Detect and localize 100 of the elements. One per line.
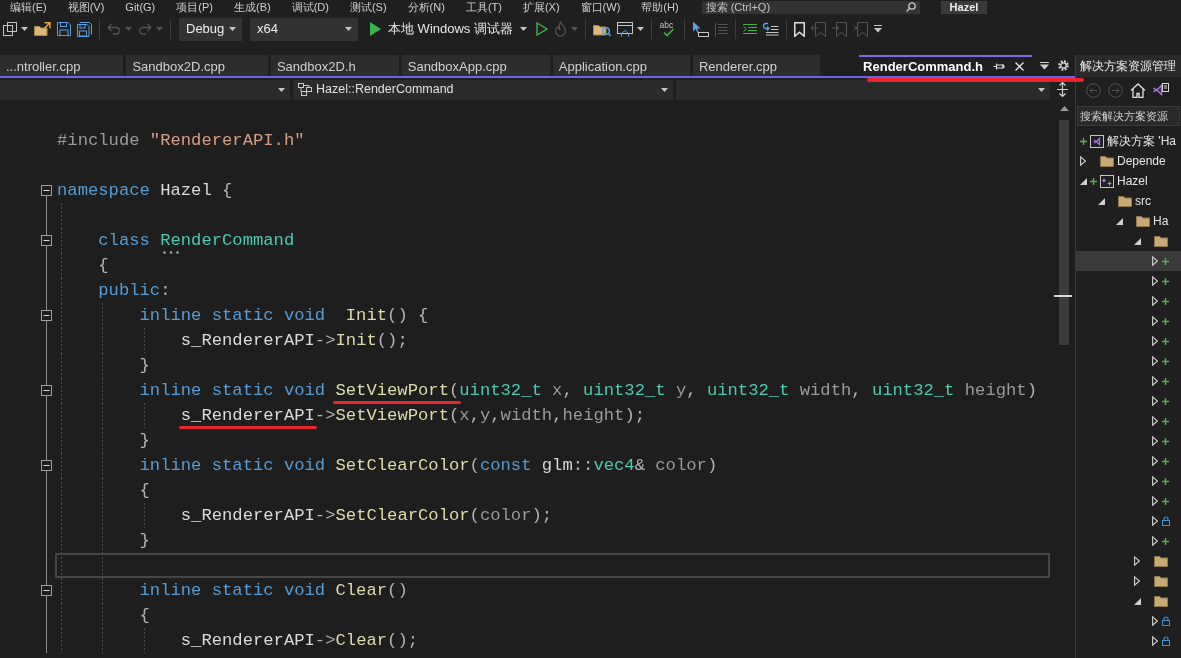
collapse-icon[interactable] — [41, 385, 52, 396]
caret-icon[interactable] — [21, 27, 28, 31]
return-arrow-lines-icon[interactable] — [762, 22, 779, 36]
code-line: } — [139, 531, 150, 550]
collapsed-arrow-icon[interactable] — [1152, 356, 1158, 366]
caret-icon[interactable] — [229, 27, 236, 31]
expanded-arrow-icon[interactable] — [1098, 197, 1105, 205]
folder-icon — [1154, 575, 1168, 587]
menu-item[interactable]: 生成(B) — [233, 0, 271, 14]
menu-item[interactable]: 项目(P) — [176, 0, 213, 14]
collapsed-arrow-icon[interactable] — [1152, 316, 1158, 326]
collapsed-arrow-icon[interactable] — [1152, 256, 1158, 266]
open-folder-icon[interactable] — [34, 22, 51, 36]
caret-icon[interactable] — [345, 27, 352, 31]
menu-item[interactable]: 帮助(H) — [641, 0, 679, 14]
collapsed-arrow-icon[interactable] — [1152, 276, 1158, 286]
expanded-arrow-icon[interactable] — [1134, 597, 1141, 605]
collapsed-arrow-icon[interactable] — [1152, 636, 1158, 646]
collapsed-arrow-icon[interactable] — [1152, 336, 1158, 346]
folder-icon — [1154, 555, 1168, 567]
search-icon[interactable] — [905, 2, 916, 12]
menu-item[interactable]: 分析(N) — [407, 0, 445, 14]
close-icon[interactable] — [1015, 62, 1024, 71]
tree-item[interactable]: Hazel — [1076, 171, 1181, 191]
menu-item[interactable]: 扩展(X) — [522, 0, 560, 14]
collapse-icon[interactable] — [41, 235, 52, 246]
pin-icon[interactable] — [993, 62, 1005, 71]
menu-item[interactable]: 调试(D) — [291, 0, 329, 14]
configuration-dropdown[interactable]: x64 — [250, 17, 358, 41]
file-tab[interactable]: Renderer.cpp — [692, 55, 820, 76]
scrollbar-thumb[interactable] — [1059, 120, 1069, 345]
pointer-box-icon[interactable] — [691, 21, 709, 37]
menu-item[interactable]: 编辑(E) — [10, 0, 47, 14]
tree-item[interactable]: Depende — [1076, 151, 1181, 171]
window-icon[interactable] — [616, 21, 633, 37]
navigation-dropdown[interactable] — [676, 79, 1050, 100]
logo-document-icon[interactable] — [1153, 82, 1169, 98]
code-line: s_RendererAPI->Init(); — [180, 331, 408, 350]
menu-item[interactable]: 测试(S) — [349, 0, 387, 14]
collapsed-arrow-icon[interactable] — [1152, 536, 1158, 546]
tree-item[interactable]: src — [1076, 191, 1181, 211]
expanded-arrow-icon[interactable] — [1134, 237, 1141, 245]
indented-lines-icon[interactable] — [742, 22, 757, 36]
caret-icon[interactable] — [519, 27, 527, 31]
collapsed-arrow-icon[interactable] — [1152, 416, 1158, 426]
collapsed-arrow-icon[interactable] — [1152, 476, 1158, 486]
collapsed-arrow-icon[interactable] — [1152, 376, 1158, 386]
collapsed-arrow-icon[interactable] — [1134, 556, 1140, 566]
code-line: class RenderCommand — [98, 231, 295, 250]
play-icon — [370, 22, 381, 36]
collapsed-arrow-icon[interactable] — [1152, 516, 1158, 526]
collapsed-arrow-icon[interactable] — [1152, 496, 1158, 506]
collapsed-arrow-icon[interactable] — [1152, 436, 1158, 446]
home-icon[interactable] — [1130, 82, 1146, 98]
caret-icon[interactable] — [636, 27, 644, 31]
collapsed-arrow-icon[interactable] — [1152, 396, 1158, 406]
expanded-arrow-icon[interactable] — [1080, 177, 1087, 185]
stacked-floppy-icon[interactable] — [77, 21, 92, 37]
search-field[interactable]: 搜索解决方案资源 — [1077, 106, 1180, 126]
folder-icon — [1100, 155, 1114, 167]
collapsed-arrow-icon[interactable] — [1080, 156, 1086, 166]
expanded-arrow-icon[interactable] — [1116, 217, 1123, 225]
code-line: public: — [98, 281, 171, 300]
menu-item[interactable]: 工具(T) — [465, 0, 502, 14]
collapse-icon[interactable] — [41, 585, 52, 596]
file-tab[interactable]: Application.cpp — [552, 55, 690, 76]
collapse-icon[interactable] — [41, 460, 52, 471]
caret-icon[interactable] — [661, 87, 668, 92]
file-tab[interactable]: ...ntroller.cpp — [0, 55, 124, 76]
search-field[interactable]: 搜索 (Ctrl+Q) — [701, 0, 920, 14]
collapsed-arrow-icon[interactable] — [1134, 576, 1140, 586]
caret-bar-icon[interactable] — [1040, 61, 1049, 70]
gear-icon[interactable] — [1058, 60, 1069, 71]
menu-item[interactable]: 视图(V) — [67, 0, 105, 14]
file-tab[interactable]: SandboxApp.cpp — [401, 55, 550, 76]
menu-item[interactable]: Git(G) — [125, 0, 156, 14]
collapse-icon[interactable] — [41, 310, 52, 321]
folder-icon — [1136, 215, 1150, 227]
outlined-play-icon[interactable] — [535, 22, 548, 36]
split-arrows-icon[interactable] — [1057, 82, 1068, 97]
overflow-caret-icon[interactable] — [873, 25, 882, 33]
caret-icon[interactable] — [1038, 87, 1045, 92]
tree-item[interactable]: 解决方案 'Ha — [1076, 131, 1181, 151]
collapsed-arrow-icon[interactable] — [1152, 456, 1158, 466]
caret-icon[interactable] — [278, 87, 285, 92]
collapsed-arrow-icon[interactable] — [1152, 296, 1158, 306]
configuration-dropdown[interactable]: Debug — [179, 17, 242, 41]
scroll-up-arrow-icon[interactable] — [1059, 106, 1069, 111]
tree-item[interactable]: Ha — [1076, 211, 1181, 231]
stacked-windows-icon[interactable] — [3, 22, 17, 36]
file-tab[interactable]: Sandbox2D.h — [270, 55, 399, 76]
folder-icon — [1118, 195, 1132, 207]
menu-item[interactable]: 窗口(W) — [580, 0, 621, 14]
collapsed-arrow-icon[interactable] — [1152, 616, 1158, 626]
class-dropdown[interactable]: Hazel::RenderCommand — [293, 79, 673, 100]
collapse-icon[interactable] — [41, 185, 52, 196]
file-tab[interactable]: Sandbox2D.cpp — [126, 55, 268, 76]
start-debugging-button[interactable]: 本地 Windows 调试器 — [366, 19, 531, 39]
folder-icon — [1154, 595, 1168, 607]
bookmark-icon[interactable] — [793, 21, 805, 37]
